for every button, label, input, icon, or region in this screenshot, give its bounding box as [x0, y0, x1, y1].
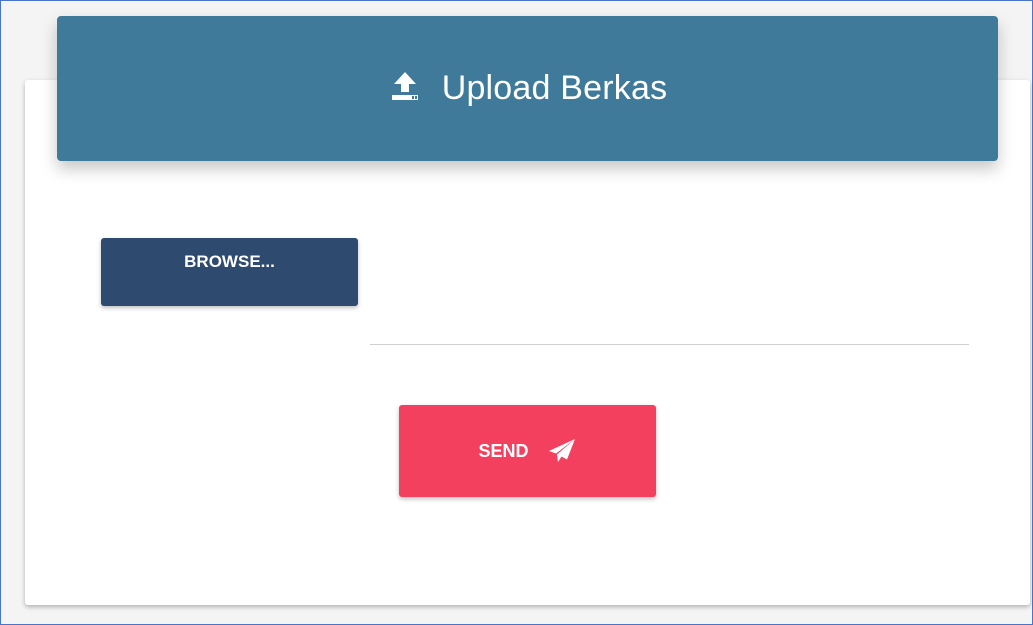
upload-icon — [388, 69, 422, 103]
browse-button[interactable]: BROWSE... — [101, 238, 358, 306]
file-name-field[interactable] — [370, 300, 969, 345]
card-header: Upload Berkas — [57, 16, 998, 161]
paper-plane-icon — [547, 438, 577, 464]
send-button[interactable]: SEND — [399, 405, 656, 497]
send-button-label: SEND — [478, 440, 529, 461]
page-title: Upload Berkas — [441, 69, 668, 107]
